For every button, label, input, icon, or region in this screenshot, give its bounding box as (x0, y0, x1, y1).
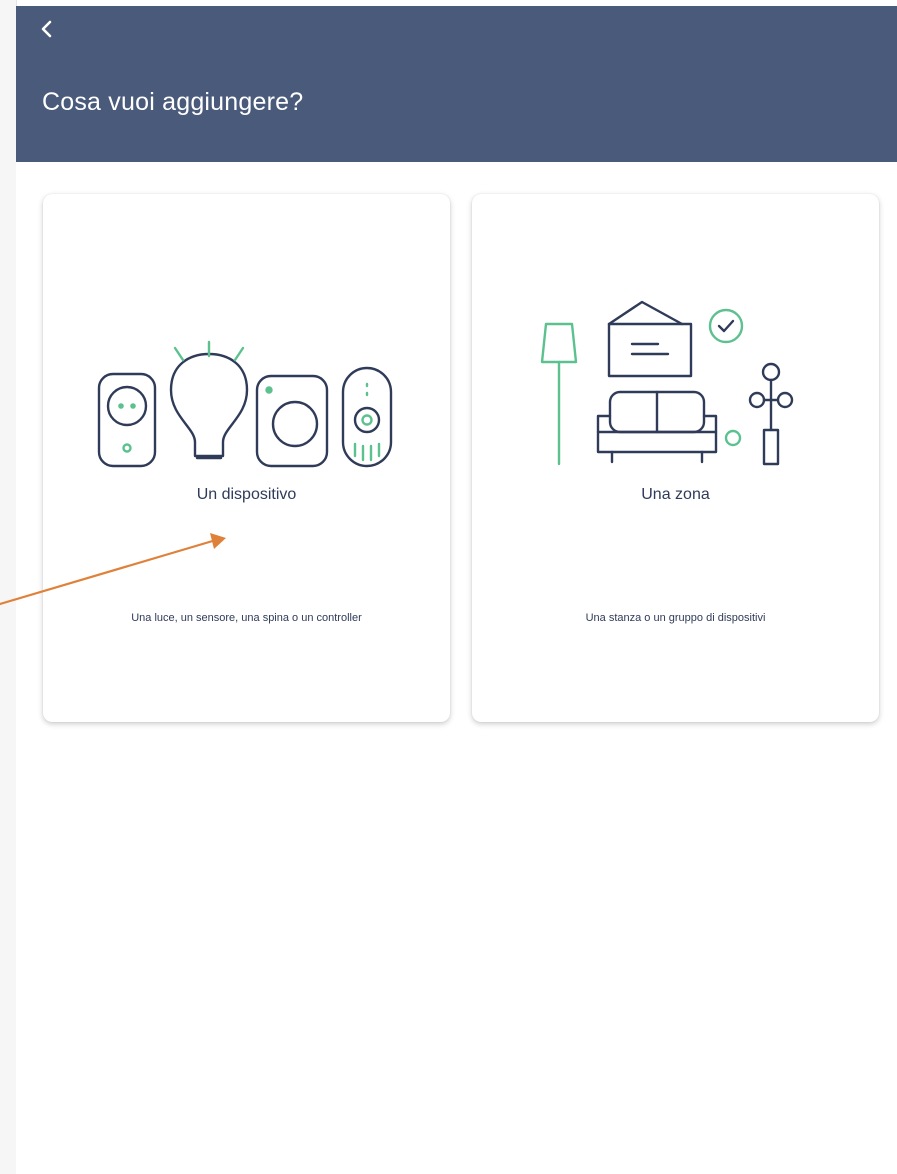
device-card-subtitle: Una luce, un sensore, una spina o un con… (131, 612, 362, 624)
floor-lamp-icon (540, 322, 578, 364)
top-header: Cosa vuoi aggiungere? (16, 6, 897, 162)
check-badge-icon (708, 308, 744, 344)
back-button[interactable] (36, 16, 58, 42)
page-title: Cosa vuoi aggiungere? (42, 88, 304, 116)
device-card-title: Un dispositivo (196, 486, 297, 503)
devices-illustration (97, 340, 393, 468)
add-device-card[interactable]: Un dispositivo Una luce, un sensore, una… (43, 194, 450, 722)
wall-frame-icon (607, 300, 684, 326)
dimmer-remote-icon (341, 366, 393, 468)
add-item-screen: Cosa vuoi aggiungere? Un dispositivo Una… (16, 6, 897, 1174)
plant-vase-icon (762, 428, 780, 466)
room-illustration (540, 300, 794, 466)
zone-card-title: Una zona (641, 486, 710, 503)
add-zone-card[interactable]: Una zona Una stanza o un gruppo di dispo… (472, 194, 879, 722)
zone-card-subtitle: Una stanza o un gruppo di dispositivi (585, 612, 766, 624)
left-edge-rail (0, 0, 17, 1174)
light-bulb-icon (169, 352, 249, 458)
chevron-left-icon (41, 20, 52, 38)
